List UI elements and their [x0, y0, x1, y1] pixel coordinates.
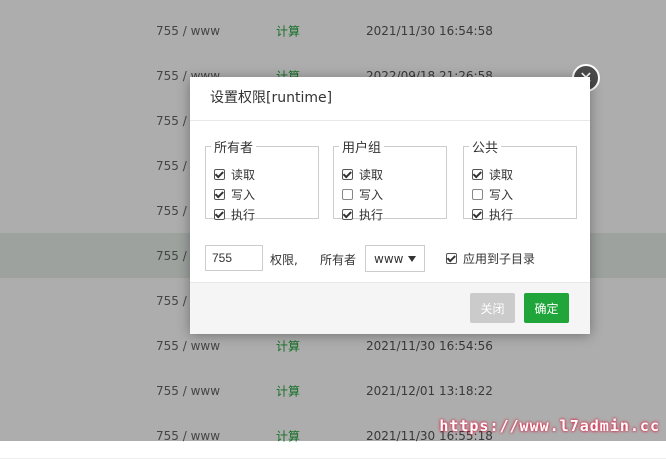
- group-legend: 公共: [472, 141, 499, 156]
- owner-permission-group: 所有者 读取写入执行: [205, 137, 319, 222]
- apply-subdir-label: 应用到子目录: [463, 252, 536, 266]
- permission-option-label: 执行: [359, 208, 384, 222]
- permission-option[interactable]: 读取: [472, 166, 513, 183]
- close-button[interactable]: 关闭: [470, 293, 515, 323]
- group-legend: 所有者: [214, 141, 254, 156]
- chevron-down-icon: [408, 256, 416, 262]
- permission-option-label: 读取: [489, 168, 514, 182]
- permission-option-label: 读取: [231, 168, 256, 182]
- permission-checkbox[interactable]: [342, 189, 353, 200]
- permission-option[interactable]: 执行: [214, 206, 255, 223]
- permission-checkbox[interactable]: [214, 209, 225, 220]
- group-permission-group: 用户组 读取写入执行: [333, 137, 447, 222]
- permission-checkbox[interactable]: [472, 169, 483, 180]
- permission-checkbox[interactable]: [342, 209, 353, 220]
- permission-label: 权限,: [270, 253, 298, 267]
- dialog-footer: 关闭 确定: [190, 282, 590, 334]
- permission-option[interactable]: 执行: [472, 206, 513, 223]
- group-legend: 用户组: [342, 141, 382, 156]
- public-permission-group: 公共 读取写入执行: [463, 137, 577, 222]
- permission-option[interactable]: 写入: [472, 186, 513, 203]
- permission-option[interactable]: 执行: [342, 206, 383, 223]
- apply-subdir-checkbox[interactable]: [446, 253, 457, 264]
- permission-option-label: 执行: [489, 208, 514, 222]
- owner-select-value: www: [374, 251, 404, 266]
- permission-option[interactable]: 读取: [342, 166, 383, 183]
- owner-select[interactable]: www: [365, 245, 425, 272]
- permission-checkbox[interactable]: [472, 209, 483, 220]
- permission-option-label: 写入: [359, 188, 384, 202]
- permission-option-label: 写入: [489, 188, 514, 202]
- owner-label: 所有者: [320, 253, 357, 267]
- permission-checkbox[interactable]: [472, 189, 483, 200]
- watermark-text: https://www.l7admin.cc: [439, 417, 660, 435]
- permission-option-label: 写入: [231, 188, 256, 202]
- permission-checkbox[interactable]: [214, 169, 225, 180]
- dialog-title: 设置权限[runtime]: [190, 77, 590, 121]
- permission-value-input[interactable]: [205, 245, 263, 271]
- confirm-button[interactable]: 确定: [524, 293, 569, 323]
- permission-option-label: 读取: [359, 168, 384, 182]
- permission-dialog: 设置权限[runtime] 所有者 读取写入执行 用户组 读取写入执行 公共 读…: [190, 77, 590, 334]
- apply-subdir-option[interactable]: 应用到子目录: [446, 250, 535, 267]
- permission-option[interactable]: 写入: [342, 186, 383, 203]
- permission-checkbox[interactable]: [214, 189, 225, 200]
- permission-option[interactable]: 写入: [214, 186, 255, 203]
- permission-checkbox[interactable]: [342, 169, 353, 180]
- permission-option-label: 执行: [231, 208, 256, 222]
- permission-option[interactable]: 读取: [214, 166, 255, 183]
